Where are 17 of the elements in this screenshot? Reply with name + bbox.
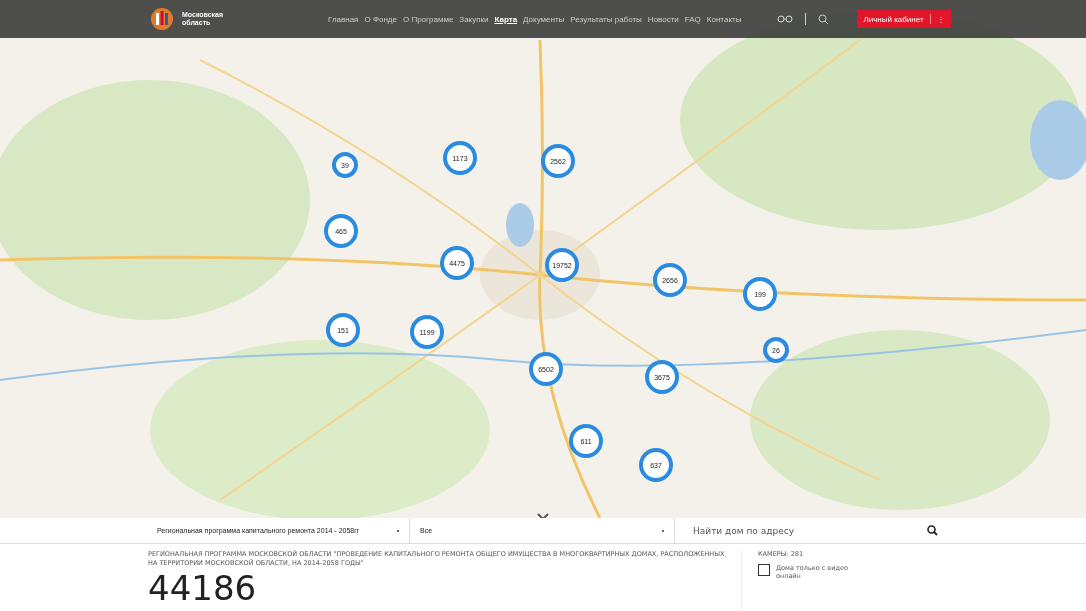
nav-link[interactable]: Новости bbox=[647, 14, 679, 24]
nav-link[interactable]: FAQ bbox=[684, 14, 701, 24]
checkbox[interactable] bbox=[758, 564, 770, 576]
more-menu-icon[interactable]: ⋮ bbox=[936, 14, 945, 24]
nav-link[interactable]: Закупки bbox=[459, 14, 489, 24]
nav-link[interactable]: Результаты работы bbox=[570, 14, 642, 24]
account-button[interactable]: Личный кабинет ⋮ bbox=[857, 10, 951, 28]
total-count: 44186 bbox=[148, 568, 258, 609]
nav-link[interactable]: Контакты bbox=[706, 14, 742, 24]
search-icon[interactable] bbox=[927, 525, 938, 536]
nav-link[interactable]: О Программе bbox=[402, 14, 454, 24]
nav-link[interactable]: Документы bbox=[523, 14, 565, 24]
glasses-icon[interactable] bbox=[777, 15, 794, 23]
logo-icon bbox=[148, 7, 176, 31]
nav-link[interactable]: Главная bbox=[328, 14, 359, 24]
nav-link[interactable]: О Фонде bbox=[364, 14, 397, 24]
nav-link[interactable]: Карта bbox=[494, 14, 518, 24]
